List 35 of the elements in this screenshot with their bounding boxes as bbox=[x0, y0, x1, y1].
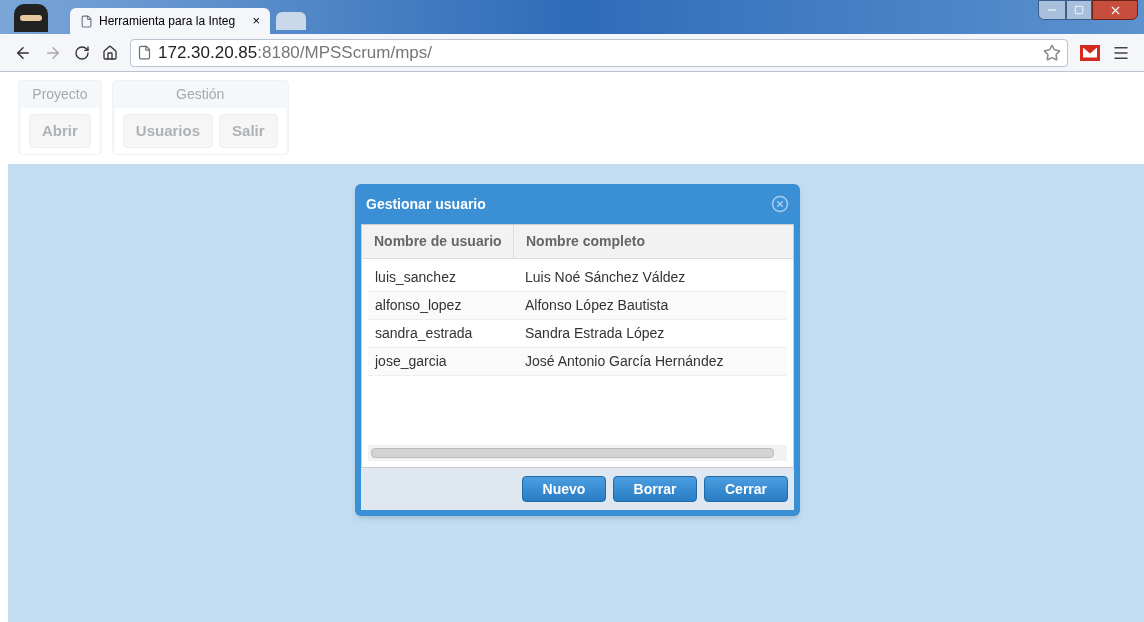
restore-icon bbox=[1074, 5, 1084, 15]
mail-icon[interactable] bbox=[1080, 44, 1100, 61]
browser-tab[interactable]: Herramienta para la Integ × bbox=[70, 8, 270, 34]
dialog-title: Gestionar usuario bbox=[366, 194, 486, 214]
dialog-button[interactable]: Cerrar bbox=[704, 476, 788, 502]
table-cell-text: Luis Noé Sánchez Váldez bbox=[524, 268, 687, 287]
close-button[interactable] bbox=[1092, 0, 1138, 20]
page-icon bbox=[137, 45, 152, 60]
tab-title: Herramienta para la Integ bbox=[99, 13, 236, 30]
restore-button[interactable] bbox=[1066, 0, 1092, 20]
group-title: Gestión bbox=[176, 85, 225, 104]
table-cell-text: Alfonso López Bautista bbox=[524, 296, 670, 315]
dialog-button[interactable]: Nuevo bbox=[522, 476, 606, 502]
group-title: Proyecto bbox=[32, 85, 88, 104]
scrollbar-thumb[interactable] bbox=[371, 448, 774, 458]
table-cell-text: luis_sanchez bbox=[374, 268, 457, 287]
dialog-button[interactable]: Borrar bbox=[613, 476, 697, 502]
table-cell-text: Sandra Estrada López bbox=[524, 324, 666, 343]
table-row[interactable]: jose_garcia José Antonio García Hernández bbox=[368, 348, 787, 376]
column-header[interactable]: Nombre completo bbox=[514, 225, 793, 258]
ninja-logo-icon bbox=[14, 4, 48, 32]
table-row[interactable]: alfonso_lopez Alfonso López Bautista bbox=[368, 292, 787, 320]
table-cell-text: sandra_estrada bbox=[374, 324, 474, 343]
home-icon[interactable] bbox=[102, 44, 118, 61]
table-cell-text: jose_garcia bbox=[373, 352, 448, 371]
address-bar[interactable]: 172.30.20.85:8180/MPSScrum/mps/ bbox=[130, 38, 1068, 67]
minimize-button[interactable] bbox=[1038, 0, 1066, 20]
reload-icon[interactable] bbox=[74, 44, 90, 61]
page-icon bbox=[80, 14, 93, 28]
bookmark-star-icon[interactable] bbox=[1043, 43, 1061, 62]
column-header[interactable]: Nombre de usuario bbox=[362, 225, 514, 258]
tab-close-button[interactable]: × bbox=[252, 11, 260, 31]
table-cell-text: José Antonio García Hernández bbox=[524, 352, 725, 371]
table-cell-text: alfonso_lopez bbox=[374, 296, 463, 315]
address-host: 172.30.20.85:8180/MPSScrum/mps/ bbox=[158, 41, 433, 64]
